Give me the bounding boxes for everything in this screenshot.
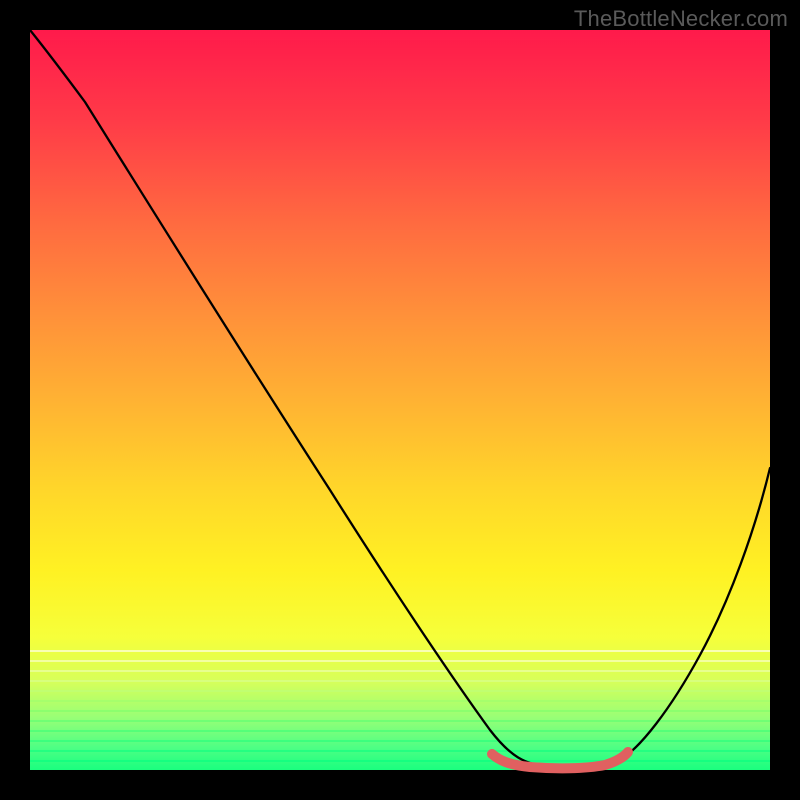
chart-svg [30, 30, 770, 770]
chart-plot-area [30, 30, 770, 770]
bottleneck-curve [30, 30, 770, 768]
chart-frame: TheBottleNecker.com [0, 0, 800, 800]
watermark-text: TheBottleNecker.com [574, 6, 788, 32]
